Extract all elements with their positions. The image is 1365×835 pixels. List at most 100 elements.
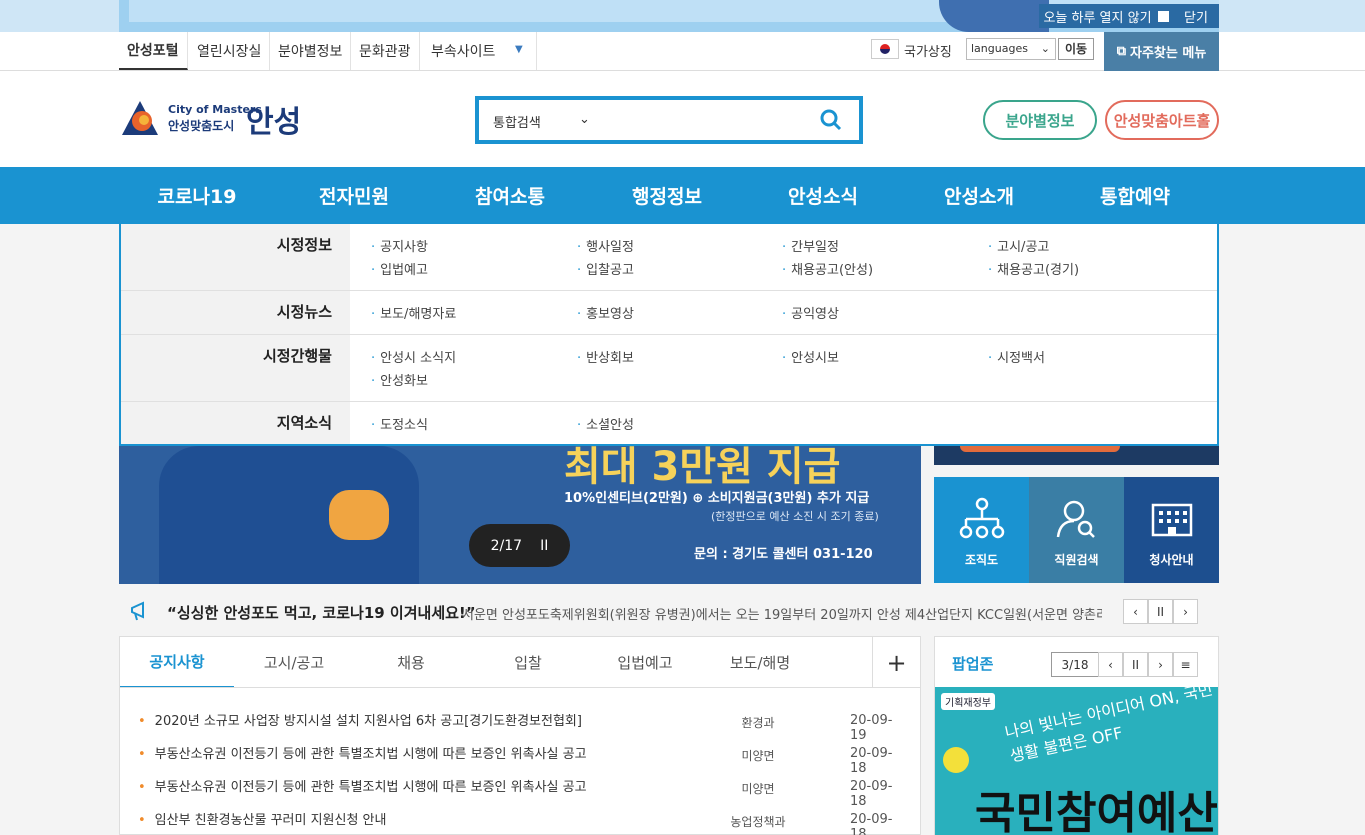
nav-e-civil[interactable]: 전자민원	[276, 167, 432, 224]
chevron-down-icon[interactable]: ⌄	[579, 112, 590, 127]
language-select[interactable]: languages ⌄	[966, 38, 1056, 60]
korean-flag-icon	[871, 39, 899, 59]
faq-menu-button[interactable]: ⧉ 자주찾는 메뉴	[1104, 32, 1219, 71]
nav-participation[interactable]: 참여소통	[432, 167, 588, 224]
popup-banner[interactable]: 오늘 하루 열지 않기 닫기	[119, 0, 1219, 32]
national-symbol-link[interactable]: 국가상징	[904, 41, 952, 60]
board-row[interactable]: 부동산소유권 이전등기 등에 관한 특별조치법 시행에 따른 보증인 위촉사실 …	[138, 770, 908, 809]
mega-link[interactable]: 시정백서	[988, 347, 1045, 366]
tab-announcement[interactable]: 고시/공고	[237, 637, 351, 688]
quick-building-guide[interactable]: 청사안내	[1124, 477, 1219, 583]
tab-recruit[interactable]: 채용	[354, 637, 468, 688]
mega-link[interactable]: 안성화보	[371, 370, 428, 389]
mega-link[interactable]: 공익영상	[782, 303, 839, 322]
mega-link[interactable]: 안성시보	[782, 347, 839, 366]
site-tab-open-mayor[interactable]: 열린시장실	[189, 32, 271, 70]
anseong-logo-icon[interactable]	[120, 99, 160, 137]
ticker-body[interactable]: 서운면 안성포도축제위원회(위원장 유병권)에서는 오는 19일부터 20일까지…	[462, 604, 1102, 623]
banner-contact: 문의 : 경기도 콜센터 031-120	[694, 547, 873, 562]
mega-link[interactable]: 안성시 소식지	[371, 347, 456, 366]
pause-icon[interactable]: II	[1148, 599, 1173, 624]
popup-today-checkbox[interactable]	[1157, 10, 1169, 22]
search-input[interactable]	[609, 106, 809, 134]
mega-link[interactable]: 입법예고	[371, 259, 428, 278]
board-row-title[interactable]: 임산부 친환경농산물 꾸러미 지원신청 안내	[138, 809, 387, 828]
more-plus-icon[interactable]: +	[872, 637, 920, 688]
side-banner-accent	[960, 446, 1120, 452]
board-row-title[interactable]: 부동산소유권 이전등기 등에 관한 특별조치법 시행에 따른 보증인 위촉사실 …	[138, 776, 587, 795]
mega-link[interactable]: 고시/공고	[988, 236, 1049, 255]
building-icon	[1151, 503, 1193, 537]
field-info-button[interactable]: 분야별정보	[983, 100, 1097, 140]
board-row-title[interactable]: 2020년 소규모 사업장 방지시설 설치 지원사업 6차 공고[경기도환경보전…	[138, 710, 582, 729]
site-tab-culture-tour[interactable]: 문화관광	[351, 32, 420, 70]
logo-title[interactable]: 안성	[246, 97, 301, 141]
chevron-down-icon: ⌄	[1040, 42, 1050, 55]
art-hall-button[interactable]: 안성맞춤아트홀	[1105, 100, 1219, 140]
quick-staff-search[interactable]: 직원검색	[1029, 477, 1124, 583]
staff-search-icon	[1056, 500, 1095, 538]
mega-row-heading[interactable]: 시정간행물	[121, 335, 350, 401]
tab-press[interactable]: 보도/해명	[703, 637, 817, 688]
ticker-title[interactable]: “싱싱한 안성포도 먹고, 코로나19 이겨내세요!”	[167, 602, 476, 623]
nav-about[interactable]: 안성소개	[901, 167, 1057, 224]
mega-link[interactable]: 도정소식	[371, 414, 428, 433]
mega-link[interactable]: 보도/해명자료	[371, 303, 456, 322]
nav-news[interactable]: 안성소식	[745, 167, 901, 224]
search-icon[interactable]	[819, 108, 843, 132]
site-tab-portal[interactable]: 안성포털	[119, 32, 188, 70]
quick-label: 직원검색	[1054, 553, 1099, 567]
nav-reservation[interactable]: 통합예약	[1057, 167, 1213, 224]
search-box: 통합검색 ⌄	[475, 96, 863, 144]
logo-subtitle: 안성맞춤도시	[168, 119, 235, 133]
list-icon[interactable]: ≡	[1173, 652, 1198, 677]
board-row[interactable]: 임산부 친환경농산물 꾸러미 지원신청 안내 농업정책과 20-09-18	[138, 803, 908, 835]
mega-link[interactable]: 간부일정	[782, 236, 839, 255]
chevron-down-icon[interactable]: ▼	[515, 44, 523, 55]
banner-line-2: (한정판으로 예산 소진 시 조기 종료)	[711, 510, 879, 523]
pause-icon[interactable]: II	[1123, 652, 1148, 677]
popup-banner-art	[939, 0, 1049, 32]
org-chart-icon	[959, 497, 1005, 539]
mega-link[interactable]: 소셜안성	[577, 414, 634, 433]
chevron-right-icon[interactable]: ›	[1148, 652, 1173, 677]
popup-zone-image[interactable]: 기획재정부 나의 빛나는 아이디어 ON, 국민생활 불편은 OFF 국민참여예…	[935, 687, 1218, 835]
mega-link[interactable]: 행사일정	[577, 236, 634, 255]
chevron-left-icon[interactable]: ‹	[1123, 599, 1148, 624]
mega-link[interactable]: 반상회보	[577, 347, 634, 366]
nav-covid19[interactable]: 코로나19	[119, 167, 275, 224]
mega-row-heading[interactable]: 지역소식	[121, 402, 350, 444]
mega-link[interactable]: 입찰공고	[577, 259, 634, 278]
site-header: City of Masters 안성맞춤도시 안성 통합검색 ⌄ 분야별정보 안…	[0, 71, 1365, 167]
main-navigation: 코로나19 전자민원 참여소통 행정정보 안성소식 안성소개 통합예약	[0, 167, 1365, 224]
mega-row-heading[interactable]: 시정정보	[121, 224, 350, 290]
banner-figure-accent	[329, 490, 389, 540]
faq-menu-label: 자주찾는 메뉴	[1130, 46, 1207, 61]
board-row-dept: 미양면	[741, 749, 775, 763]
board-row[interactable]: 2020년 소규모 사업장 방지시설 설치 지원사업 6차 공고[경기도환경보전…	[138, 704, 908, 743]
banner-line-1: 10%인센티브(2만원) ⊕ 소비지원금(3만원) 추가 지급	[564, 491, 870, 506]
tab-notice[interactable]: 공지사항	[120, 637, 234, 688]
nav-administration[interactable]: 행정정보	[589, 167, 745, 224]
chevron-right-icon[interactable]: ›	[1173, 599, 1198, 624]
language-go-button[interactable]: 이동	[1058, 38, 1094, 60]
popup-close-button[interactable]: 닫기	[1173, 4, 1219, 28]
board-row[interactable]: 부동산소유권 이전등기 등에 관한 특별조치법 시행에 따른 보증인 위촉사실 …	[138, 737, 908, 776]
popup-zone-title: 팝업존	[952, 655, 994, 673]
mega-link[interactable]: 채용공고(경기)	[988, 259, 1079, 278]
site-tab-field-info[interactable]: 분야별정보	[270, 32, 352, 70]
mega-link[interactable]: 채용공고(안성)	[782, 259, 873, 278]
mega-row: 시정정보 공지사항 행사일정 간부일정 고시/공고 입법예고 입찰공고 채용공고…	[121, 224, 1217, 291]
popup-dont-show-today[interactable]: 오늘 하루 열지 않기	[1039, 4, 1173, 28]
tab-bid[interactable]: 입찰	[471, 637, 585, 688]
mega-link[interactable]: 홍보영상	[577, 303, 634, 322]
utility-bar: 안성포털 열린시장실 분야별정보 문화관광 부속사이트 ▼ 국가상징 langu…	[0, 32, 1365, 71]
pause-icon[interactable]: II	[540, 538, 548, 554]
search-scope-select[interactable]: 통합검색	[493, 112, 541, 131]
mega-row-heading[interactable]: 시정뉴스	[121, 291, 350, 334]
chevron-left-icon[interactable]: ‹	[1098, 652, 1123, 677]
quick-org-chart[interactable]: 조직도	[934, 477, 1029, 583]
board-row-title[interactable]: 부동산소유권 이전등기 등에 관한 특별조치법 시행에 따른 보증인 위촉사실 …	[138, 743, 587, 762]
tab-legislation[interactable]: 입법예고	[588, 637, 702, 688]
mega-link[interactable]: 공지사항	[371, 236, 428, 255]
